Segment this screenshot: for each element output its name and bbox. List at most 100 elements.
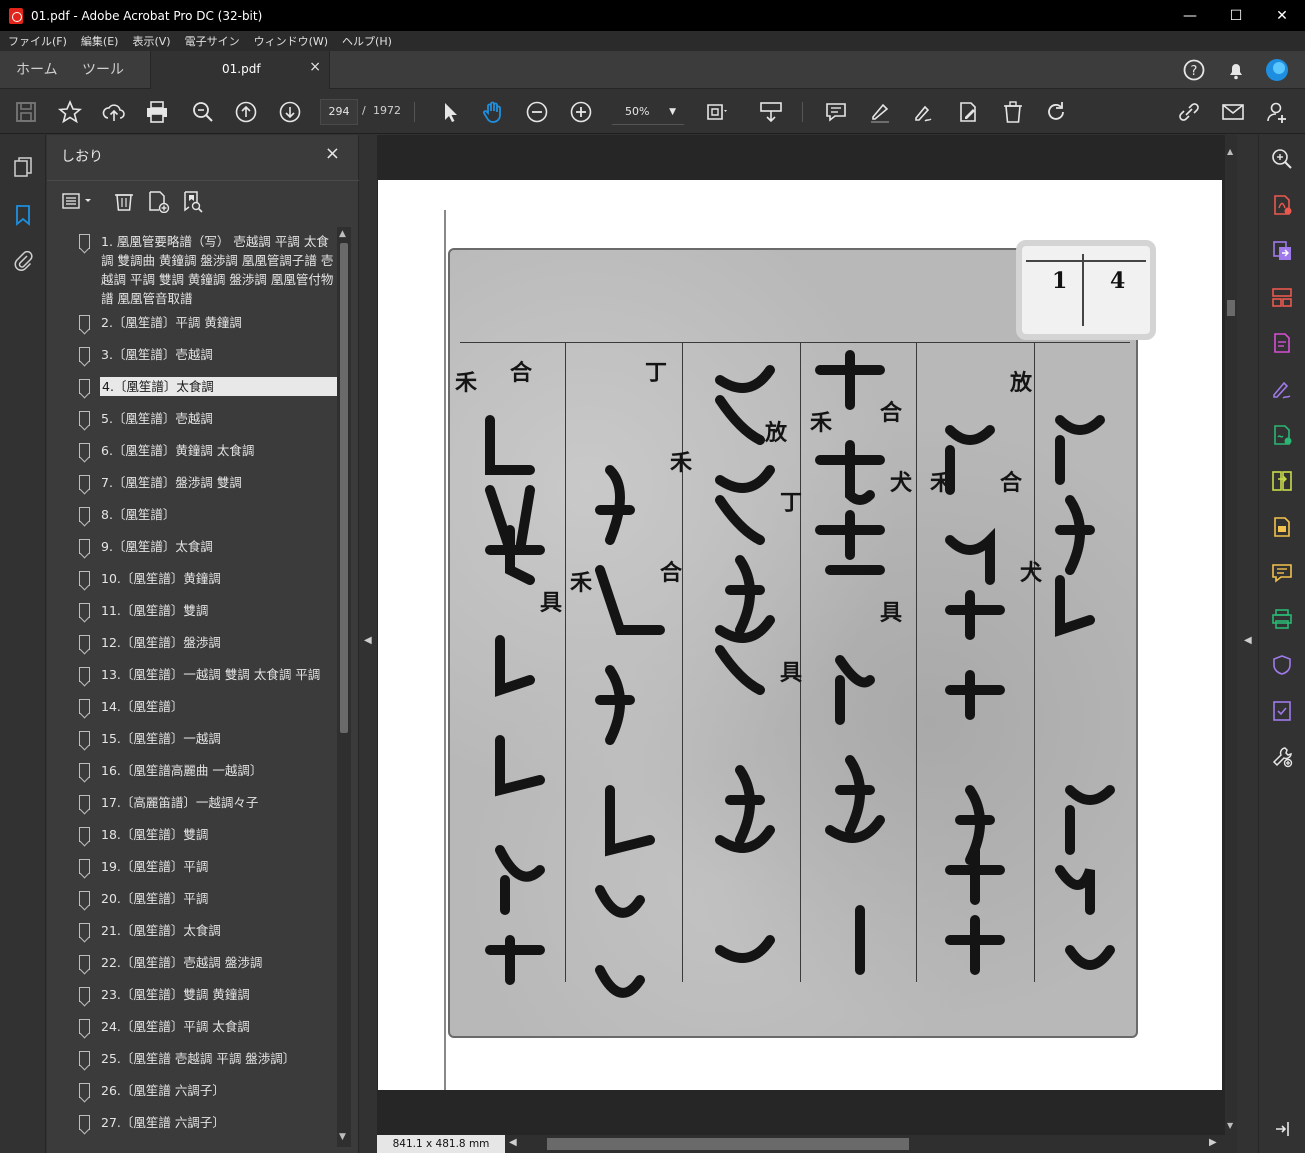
delete-trash-icon[interactable]	[1000, 99, 1026, 125]
bookmark-item[interactable]: 5.〔凰笙譜〕壱越調	[69, 404, 337, 436]
collapse-right-panel-handle[interactable]: ◀	[1239, 135, 1257, 1153]
scroll-mode-icon[interactable]	[758, 99, 784, 125]
export-pdf-icon[interactable]	[1270, 239, 1294, 263]
upload-cloud-icon[interactable]	[101, 99, 127, 125]
edit-pdf-icon[interactable]	[1270, 331, 1294, 355]
zoom-level-select[interactable]: 50% ▼	[612, 99, 684, 125]
bookmark-item[interactable]: 21.〔凰笙譜〕太食調	[69, 916, 337, 948]
menu-edit[interactable]: 編集(E)	[81, 33, 119, 49]
bookmark-item[interactable]: 22.〔凰笙譜〕壱越調 盤渉調	[69, 948, 337, 980]
comment-tool-icon[interactable]	[1270, 561, 1294, 585]
notification-bell-icon[interactable]	[1224, 58, 1248, 82]
menu-window[interactable]: ウィンドウ(W)	[254, 33, 328, 49]
bookmark-star-icon[interactable]	[57, 99, 83, 125]
tool-settings-wrench-icon[interactable]	[1270, 745, 1294, 769]
protect-shield-icon[interactable]	[1270, 653, 1294, 677]
zoom-out-search-icon[interactable]	[190, 99, 216, 125]
bookmark-item[interactable]: 16.〔凰笙譜高麗曲 一越調〕	[69, 756, 337, 788]
scroll-up-arrow-icon[interactable]: ▲	[1227, 147, 1233, 156]
hand-tool-icon[interactable]	[480, 99, 506, 125]
bookmark-item[interactable]: 18.〔凰笙譜〕雙調	[69, 820, 337, 852]
email-icon[interactable]	[1220, 99, 1246, 125]
bookmark-item-selected[interactable]: 4.〔凰笙譜〕太食調	[69, 372, 337, 404]
tab-close-icon[interactable]: ×	[309, 59, 321, 75]
horizontal-scroll-thumb[interactable]	[547, 1138, 909, 1150]
document-view[interactable]: 禾合具 丁禾合禾 放丁具 合禾犬具 放合禾犬 1 4	[377, 135, 1225, 1135]
menu-esign[interactable]: 電子サイン	[185, 33, 240, 49]
bookmark-item[interactable]: 24.〔凰笙譜〕平調 太食調	[69, 1012, 337, 1044]
bookmark-item[interactable]: 3.〔凰笙譜〕壱越調	[69, 340, 337, 372]
sign-pen-icon[interactable]	[911, 99, 937, 125]
compare-files-icon[interactable]	[1270, 469, 1294, 493]
send-for-signature-icon[interactable]	[1270, 423, 1294, 447]
bookmark-item[interactable]: 20.〔凰笙譜〕平調	[69, 884, 337, 916]
bookmark-options-icon[interactable]	[61, 189, 97, 213]
comment-icon[interactable]	[823, 99, 849, 125]
scroll-down-arrow-icon[interactable]: ▼	[339, 1132, 346, 1142]
find-bookmark-icon[interactable]	[181, 189, 205, 213]
bookmark-item[interactable]: 1. 凰凰管要略譜（写） 壱越調 平調 太食調 雙調曲 黄鐘調 盤渉調 凰凰管調…	[69, 227, 337, 308]
document-scroll-thumb[interactable]	[1227, 300, 1235, 316]
tab-tools[interactable]: ツール	[82, 51, 124, 89]
create-pdf-icon[interactable]	[1270, 193, 1294, 217]
bookmarks-scroll-thumb[interactable]	[340, 243, 348, 733]
collapse-left-panel-handle[interactable]: ◀	[359, 135, 377, 1153]
tab-home[interactable]: ホーム	[16, 51, 58, 89]
bookmark-item[interactable]: 7.〔凰笙譜〕盤渉調 雙調	[69, 468, 337, 500]
previous-page-icon[interactable]	[233, 99, 259, 125]
close-window-button[interactable]: ✕	[1259, 0, 1305, 31]
bookmark-item[interactable]: 14.〔凰笙譜〕	[69, 692, 337, 724]
print-icon[interactable]	[144, 99, 170, 125]
next-page-icon[interactable]	[277, 99, 303, 125]
bookmark-item[interactable]: 27.〔凰笙譜 六調子〕	[69, 1108, 337, 1140]
bookmark-item[interactable]: 6.〔凰笙譜〕黄鐘調 太食調	[69, 436, 337, 468]
rotate-icon[interactable]	[1043, 99, 1069, 125]
new-bookmark-icon[interactable]	[146, 189, 170, 214]
add-user-icon[interactable]	[1264, 99, 1290, 125]
menu-file[interactable]: ファイル(F)	[8, 33, 67, 49]
select-pointer-icon[interactable]	[437, 99, 463, 125]
maximize-button[interactable]: ☐	[1213, 0, 1259, 31]
organize-pages-icon[interactable]	[1270, 285, 1294, 309]
collapse-tools-pane-icon[interactable]	[1270, 1117, 1294, 1141]
bookmarks-scrollbar[interactable]: ▲ ▼	[337, 227, 351, 1147]
bookmark-item[interactable]: 17.〔高麗笛譜〕一越調々子	[69, 788, 337, 820]
minimize-button[interactable]: —	[1167, 0, 1213, 31]
page-fit-icon[interactable]	[704, 99, 730, 125]
print-production-icon[interactable]	[1270, 607, 1294, 631]
certificates-icon[interactable]	[1270, 699, 1294, 723]
bookmark-item[interactable]: 13.〔凰笙譜〕一越調 雙調 太食調 平調	[69, 660, 337, 692]
attachments-paperclip-icon[interactable]	[11, 249, 35, 273]
bookmark-item[interactable]: 2.〔凰笙譜〕平調 黄鐘調	[69, 308, 337, 340]
delete-bookmark-icon[interactable]	[112, 189, 136, 213]
scroll-up-arrow-icon[interactable]: ▲	[339, 229, 346, 239]
edit-document-icon[interactable]	[955, 99, 981, 125]
bookmark-item[interactable]: 11.〔凰笙譜〕雙調	[69, 596, 337, 628]
account-avatar-icon[interactable]	[1265, 58, 1289, 82]
save-icon[interactable]	[13, 99, 39, 125]
bookmarks-icon[interactable]	[11, 203, 35, 227]
scroll-down-arrow-icon[interactable]: ▼	[1227, 1121, 1233, 1130]
fill-sign-icon[interactable]	[1270, 377, 1294, 401]
page-thumbnails-icon[interactable]	[11, 155, 35, 179]
scroll-right-arrow-icon[interactable]: ▶	[1209, 1137, 1217, 1148]
page-number-input[interactable]: 294	[320, 99, 358, 125]
bookmark-item[interactable]: 9.〔凰笙譜〕太食調	[69, 532, 337, 564]
bookmark-item[interactable]: 15.〔凰笙譜〕一越調	[69, 724, 337, 756]
share-link-icon[interactable]	[1176, 99, 1202, 125]
bookmarks-close-icon[interactable]: ×	[325, 143, 340, 164]
scroll-left-arrow-icon[interactable]: ◀	[509, 1137, 517, 1148]
highlight-pen-icon[interactable]	[867, 99, 893, 125]
enhance-zoom-icon[interactable]	[1270, 147, 1294, 171]
bookmark-item[interactable]: 12.〔凰笙譜〕盤渉調	[69, 628, 337, 660]
scan-ocr-icon[interactable]	[1270, 515, 1294, 539]
menu-view[interactable]: 表示(V)	[132, 33, 170, 49]
bookmark-item[interactable]: 25.〔凰笙譜 壱越調 平調 盤渉調〕	[69, 1044, 337, 1076]
document-vertical-scrollbar[interactable]: ▲ ▼	[1225, 135, 1237, 1135]
zoom-out-icon[interactable]	[524, 99, 550, 125]
bookmark-item[interactable]: 26.〔凰笙譜 六調子〕	[69, 1076, 337, 1108]
bookmark-item[interactable]: 19.〔凰笙譜〕平調	[69, 852, 337, 884]
bookmark-item[interactable]: 23.〔凰笙譜〕雙調 黄鐘調	[69, 980, 337, 1012]
tab-document[interactable]: 01.pdf ×	[150, 51, 330, 89]
help-icon[interactable]: ?	[1182, 58, 1206, 82]
